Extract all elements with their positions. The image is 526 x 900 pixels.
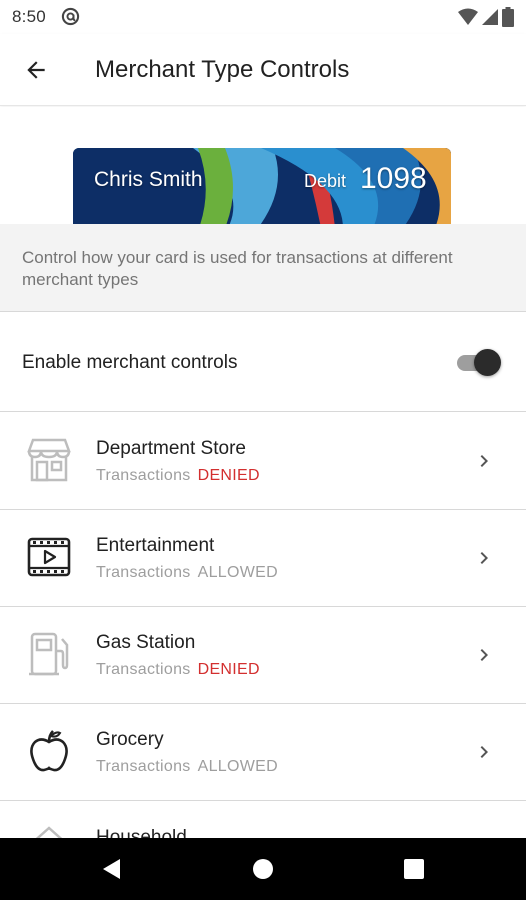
square-recents-icon xyxy=(404,859,424,879)
debit-card: Chris Smith Debit 1098 xyxy=(73,148,451,224)
status-bar: 8:50 xyxy=(0,0,526,34)
gas-pump-icon xyxy=(26,631,72,677)
list-item-grocery[interactable]: Grocery Transactions ALLOWED xyxy=(0,704,526,801)
merchant-name: Grocery xyxy=(96,729,164,750)
nav-home-button[interactable] xyxy=(248,854,278,884)
battery-icon xyxy=(502,7,514,27)
card-preview-area: Chris Smith Debit 1098 xyxy=(0,107,526,224)
merchant-controls-label: Enable merchant controls xyxy=(22,352,238,373)
chevron-right-icon xyxy=(480,455,488,467)
merchant-status: Transactions DENIED xyxy=(96,661,260,679)
chevron-right-icon xyxy=(480,746,488,758)
toggle-thumb xyxy=(474,349,501,376)
status-value: DENIED xyxy=(197,467,260,484)
arrow-back-icon xyxy=(27,61,45,79)
merchant-name: Department Store xyxy=(96,438,246,459)
list-item-gas-station[interactable]: Gas Station Transactions DENIED xyxy=(0,607,526,704)
merchant-status: Transactions DENIED xyxy=(96,467,260,485)
card-holder-name: Chris Smith xyxy=(94,168,203,191)
status-value: ALLOWED xyxy=(197,564,278,581)
merchant-name: Gas Station xyxy=(96,632,196,653)
merchant-status: Transactions ALLOWED xyxy=(96,758,278,776)
nav-back-button[interactable] xyxy=(96,854,126,884)
app-bar: Merchant Type Controls xyxy=(0,34,526,106)
merchant-controls-row: Enable merchant controls xyxy=(0,313,526,412)
status-prefix: Transactions xyxy=(96,564,191,581)
merchant-status: Transactions ALLOWED xyxy=(96,564,278,582)
status-value: DENIED xyxy=(197,661,260,678)
list-item-household[interactable]: Household xyxy=(0,801,526,841)
circle-home-icon xyxy=(253,859,273,879)
page-title: Merchant Type Controls xyxy=(95,56,350,83)
system-nav-bar xyxy=(0,838,526,900)
merchant-type-list: Department Store Transactions DENIED Ente… xyxy=(0,413,526,841)
description-text: Control how your card is used for transa… xyxy=(22,248,453,289)
status-time: 8:50 xyxy=(12,7,46,26)
storefront-icon xyxy=(26,437,72,483)
back-button[interactable] xyxy=(14,48,58,92)
card-type-label: Debit xyxy=(304,171,347,191)
film-icon xyxy=(26,534,72,580)
apple-icon xyxy=(26,728,72,774)
description-section: Control how your card is used for transa… xyxy=(0,224,526,312)
nav-recents-button[interactable] xyxy=(399,854,429,884)
at-sign-icon xyxy=(61,7,80,26)
wifi-icon xyxy=(458,8,478,25)
chevron-right-icon xyxy=(480,649,488,661)
status-prefix: Transactions xyxy=(96,661,191,678)
signal-icon xyxy=(482,9,498,25)
status-prefix: Transactions xyxy=(96,758,191,775)
triangle-back-icon xyxy=(103,859,120,879)
status-value: ALLOWED xyxy=(197,758,278,775)
status-prefix: Transactions xyxy=(96,467,191,484)
list-item-entertainment[interactable]: Entertainment Transactions ALLOWED xyxy=(0,510,526,607)
merchant-controls-toggle[interactable] xyxy=(457,349,503,377)
chevron-right-icon xyxy=(480,552,488,564)
card-last-digits: 1098 xyxy=(360,162,427,195)
list-item-department-store[interactable]: Department Store Transactions DENIED xyxy=(0,413,526,510)
merchant-name: Entertainment xyxy=(96,535,215,556)
